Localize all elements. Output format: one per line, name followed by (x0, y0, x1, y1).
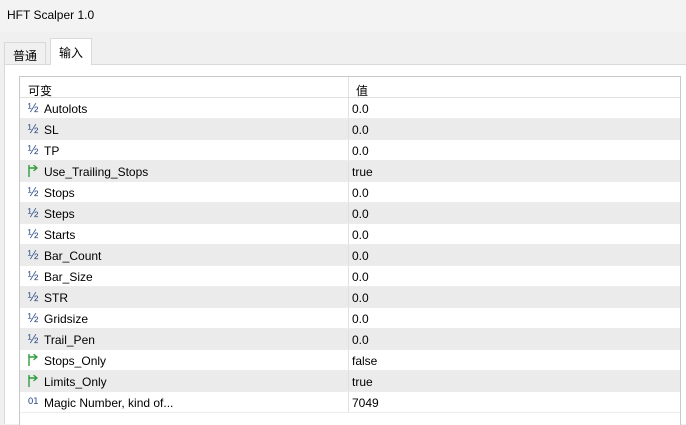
column-divider (348, 119, 349, 139)
variable-name: Use_Trailing_Stops (44, 165, 149, 179)
variable-value[interactable]: 0.0 (352, 312, 369, 326)
column-divider (348, 329, 349, 349)
tab-strip: 普通 输入 (0, 38, 686, 65)
fraction-icon: ½ (27, 184, 39, 199)
variable-value[interactable]: true (352, 165, 373, 179)
variable-value[interactable]: 0.0 (352, 333, 369, 347)
column-divider (348, 182, 349, 202)
fraction-icon: ½ (27, 268, 39, 283)
fraction-icon: ½ (27, 331, 39, 346)
variable-value[interactable]: 0.0 (352, 249, 369, 263)
column-divider (348, 98, 349, 118)
variable-value[interactable]: true (352, 375, 373, 389)
column-divider (348, 224, 349, 244)
variable-name: Starts (44, 228, 76, 242)
column-divider (348, 308, 349, 328)
variable-name: STR (44, 291, 68, 305)
tab-inputs[interactable]: 输入 (50, 38, 93, 65)
variable-value[interactable]: false (352, 354, 377, 368)
variable-value[interactable]: 0.0 (352, 186, 369, 200)
bool-arrow-icon (26, 164, 40, 178)
variable-value[interactable]: 0.0 (352, 228, 369, 242)
variable-name: Magic Number, kind of... (44, 396, 174, 410)
variable-value[interactable]: 0.0 (352, 123, 369, 137)
column-divider (348, 287, 349, 307)
column-divider[interactable] (348, 77, 349, 97)
table-row[interactable]: Use_Trailing_Stops true (20, 161, 680, 182)
fraction-icon: ½ (27, 205, 39, 220)
table-row[interactable]: Limits_Only true (20, 371, 680, 392)
table-row[interactable]: ½ Steps 0.0 (20, 203, 680, 224)
variable-value[interactable]: 0.0 (352, 102, 369, 116)
variable-value[interactable]: 0.0 (352, 291, 369, 305)
variable-name: Autolots (44, 102, 88, 116)
column-divider (348, 161, 349, 181)
variable-name: Stops_Only (44, 354, 107, 368)
fraction-icon: ½ (27, 121, 39, 136)
variable-name: Trail_Pen (44, 333, 95, 347)
bool-arrow-icon (26, 353, 40, 367)
inputs-grid: 可变 值 ½ Autolots 0.0 ½ SL 0.0 ½ TP 0.0 Use_Trailin… (19, 76, 681, 425)
variable-name: Stops (44, 186, 75, 200)
table-row[interactable]: ½ Starts 0.0 (20, 224, 680, 245)
variable-name: Bar_Size (44, 270, 93, 284)
variable-name: Steps (44, 207, 75, 221)
grid-rows: ½ Autolots 0.0 ½ SL 0.0 ½ TP 0.0 Use_Trailing_Sto… (20, 98, 680, 413)
column-divider (348, 371, 349, 391)
fraction-icon: ½ (27, 226, 39, 241)
window-title: HFT Scalper 1.0 (7, 8, 95, 22)
variable-name: SL (44, 123, 59, 137)
table-row[interactable]: ½ Bar_Count 0.0 (20, 245, 680, 266)
fraction-icon: ½ (27, 100, 39, 115)
variable-value[interactable]: 0.0 (352, 144, 369, 158)
column-divider (348, 350, 349, 370)
variable-value[interactable]: 7049 (352, 396, 379, 410)
variable-name: Bar_Count (44, 249, 102, 263)
variable-name: Limits_Only (44, 375, 107, 389)
table-row[interactable]: 01 Magic Number, kind of... 7049 (20, 392, 680, 413)
fraction-icon: ½ (27, 310, 39, 325)
column-header-value[interactable]: 值 (356, 82, 368, 99)
table-row[interactable]: ½ TP 0.0 (20, 140, 680, 161)
grid-header: 可变 值 (20, 77, 680, 98)
tab-common[interactable]: 普通 (4, 42, 47, 64)
variable-name: TP (44, 144, 60, 158)
variable-name: Gridsize (44, 312, 89, 326)
fraction-icon: ½ (27, 289, 39, 304)
column-divider (348, 266, 349, 286)
inputs-panel: 可变 值 ½ Autolots 0.0 ½ SL 0.0 ½ TP 0.0 Use_Trailin… (4, 64, 686, 425)
bool-arrow-icon (26, 374, 40, 388)
column-divider (348, 392, 349, 412)
fraction-icon: ½ (27, 142, 39, 157)
table-row[interactable]: ½ Autolots 0.0 (20, 98, 680, 119)
column-divider (348, 245, 349, 265)
table-row[interactable]: ½ SL 0.0 (20, 119, 680, 140)
table-row[interactable]: ½ Gridsize 0.0 (20, 308, 680, 329)
variable-value[interactable]: 0.0 (352, 270, 369, 284)
table-row[interactable]: Stops_Only false (20, 350, 680, 371)
variable-value[interactable]: 0.0 (352, 207, 369, 221)
table-row[interactable]: ½ Stops 0.0 (20, 182, 680, 203)
fraction-icon: ½ (27, 247, 39, 262)
table-row[interactable]: ½ Bar_Size 0.0 (20, 266, 680, 287)
table-row[interactable]: ½ Trail_Pen 0.0 (20, 329, 680, 350)
table-row[interactable]: ½ STR 0.0 (20, 287, 680, 308)
column-divider (348, 140, 349, 160)
integer-icon: 01 (27, 397, 39, 407)
column-header-variable[interactable]: 可变 (28, 82, 52, 99)
column-divider (348, 203, 349, 223)
window-titlebar: HFT Scalper 1.0 (0, 0, 686, 32)
